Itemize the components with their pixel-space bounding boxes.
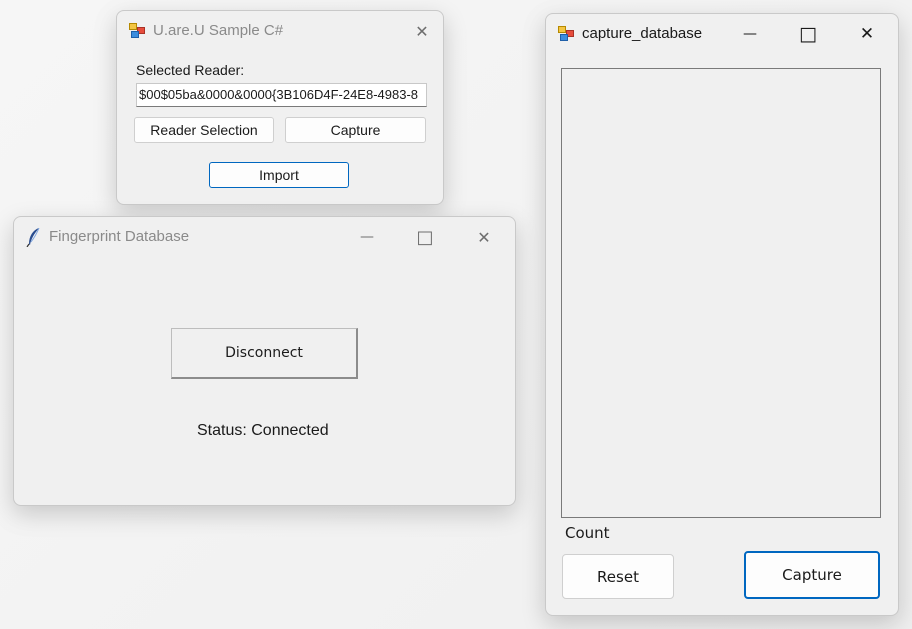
capture-button[interactable]: Capture	[744, 551, 880, 599]
close-icon[interactable]: ✕	[407, 17, 437, 45]
fingerprint-database-window: Fingerprint Database — □ ✕ Disconnect St…	[13, 216, 516, 506]
reset-button[interactable]: Reset	[562, 554, 674, 599]
minimize-icon[interactable]: —	[352, 223, 382, 251]
winforms-app-icon	[558, 25, 574, 41]
selected-reader-field[interactable]: $00$05ba&0000&0000{3B106D4F-24E8-4983-8	[136, 83, 427, 107]
close-icon[interactable]: ✕	[852, 20, 882, 48]
maximize-icon[interactable]: □	[410, 223, 440, 251]
status-text: Status: Connected	[197, 422, 329, 439]
window-title: capture_database	[582, 25, 703, 42]
close-icon[interactable]: ✕	[469, 223, 499, 251]
window-title: U.are.U Sample C#	[153, 22, 284, 39]
reader-selection-button[interactable]: Reader Selection	[134, 117, 274, 143]
tk-feather-icon	[26, 227, 42, 248]
winforms-app-icon	[129, 22, 145, 38]
disconnect-button[interactable]: Disconnect	[171, 328, 358, 379]
maximize-icon[interactable]: □	[793, 20, 823, 48]
capture-button[interactable]: Capture	[285, 117, 426, 143]
title-bar[interactable]: Fingerprint Database — □ ✕	[14, 217, 515, 257]
title-bar[interactable]: capture_database — □ ✕	[546, 14, 898, 54]
import-button[interactable]: Import	[209, 162, 349, 188]
selected-reader-label: Selected Reader:	[136, 62, 245, 78]
desktop: U.are.U Sample C# ✕ Selected Reader: $00…	[0, 0, 912, 629]
window-title: Fingerprint Database	[49, 228, 190, 245]
capture-database-window: capture_database — □ ✕ Count Reset Captu…	[545, 13, 899, 616]
uareu-sample-window: U.are.U Sample C# ✕ Selected Reader: $00…	[116, 10, 444, 205]
count-label: Count	[565, 524, 610, 542]
minimize-icon[interactable]: —	[735, 20, 765, 48]
fingerprint-image-box	[561, 68, 881, 518]
title-bar[interactable]: U.are.U Sample C# ✕	[117, 11, 443, 51]
